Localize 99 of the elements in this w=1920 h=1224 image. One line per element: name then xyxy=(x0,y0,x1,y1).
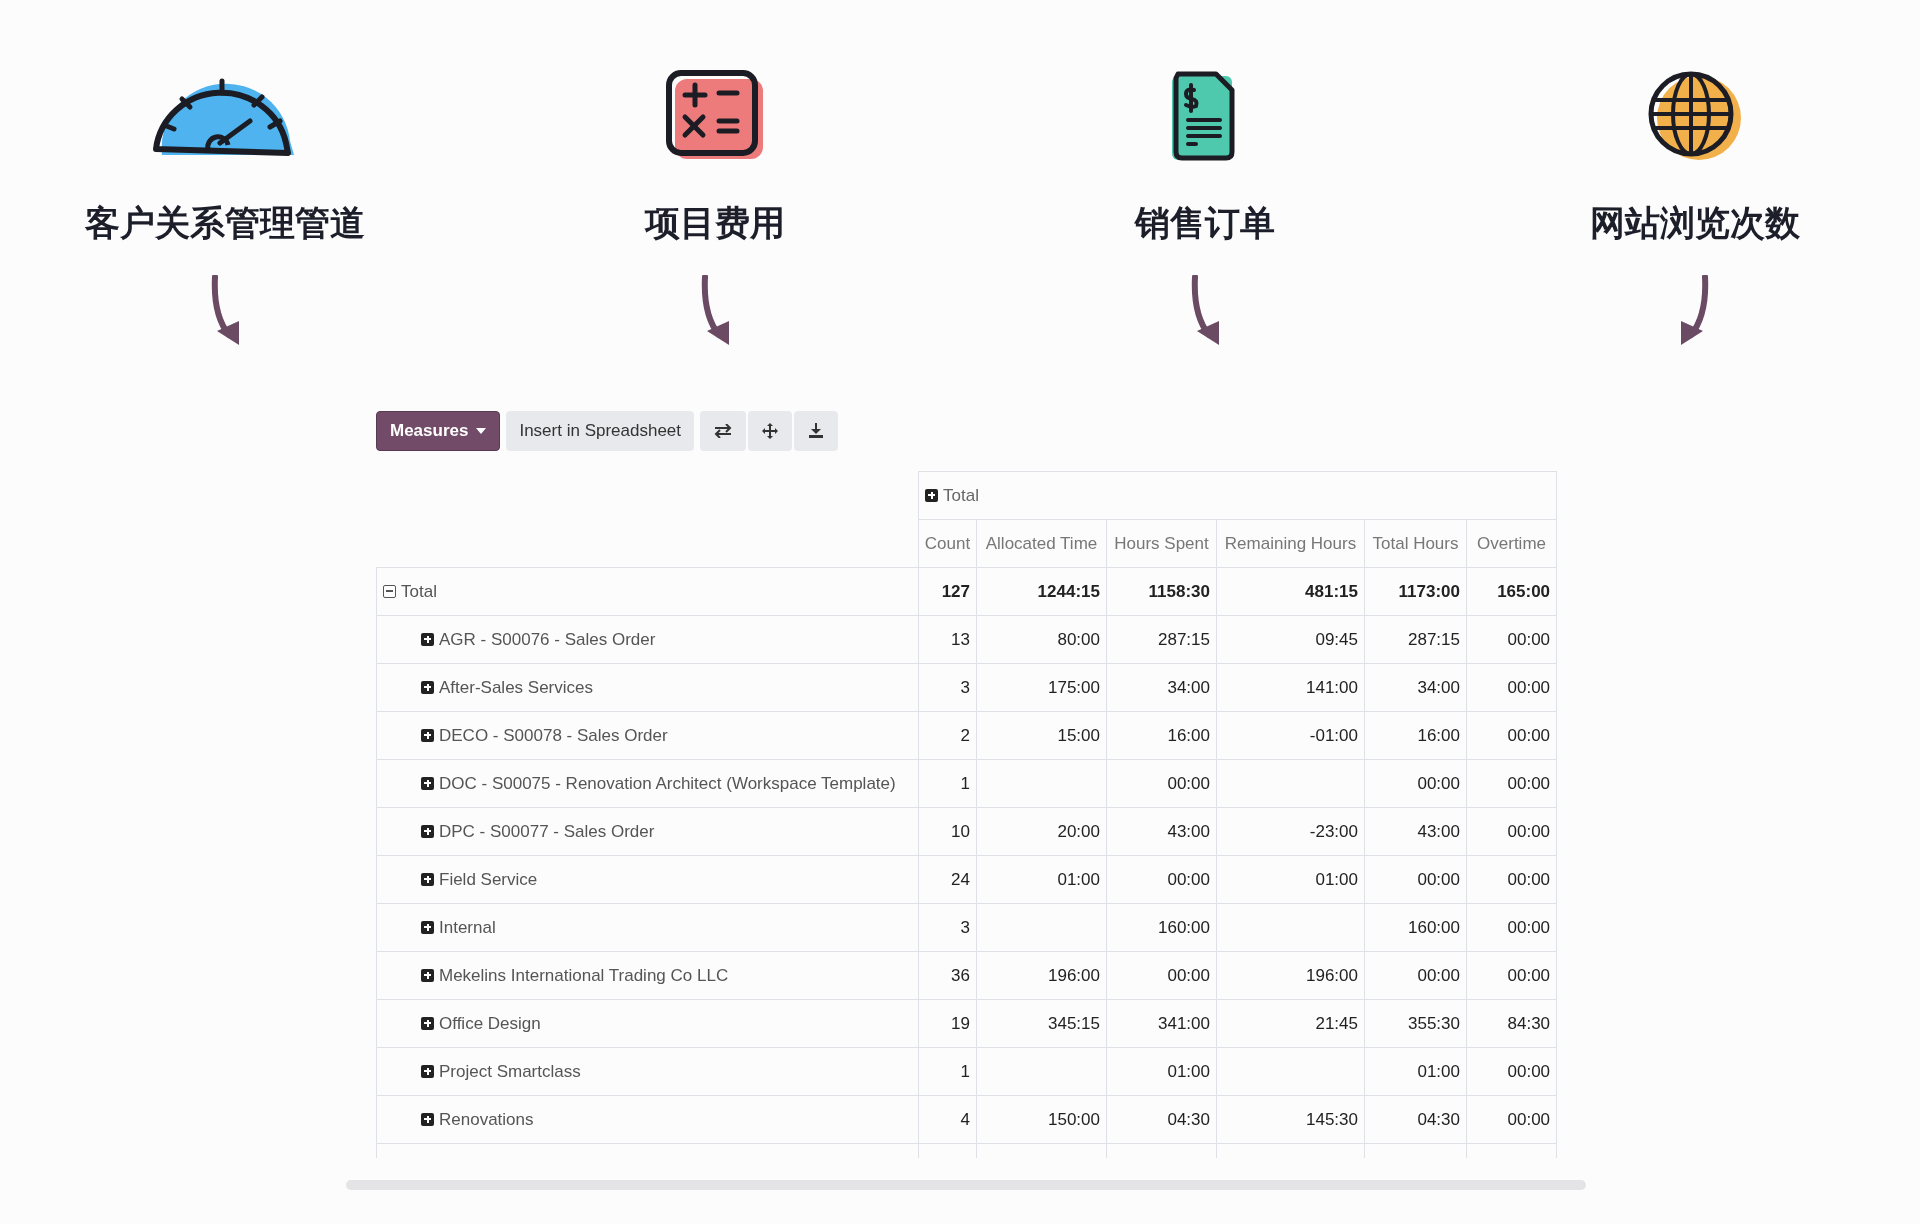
table-cell: 145:30 xyxy=(1216,1095,1365,1144)
table-cell: 00:00 xyxy=(1364,951,1467,1000)
table-cell: 00:00 xyxy=(1106,951,1217,1000)
flip-axis-button[interactable] xyxy=(700,411,747,451)
row-header[interactable]: AGR - S00076 - Sales Order xyxy=(376,615,919,664)
table-cell: 21:45 xyxy=(1216,999,1365,1048)
table-cell: 09:45 xyxy=(1216,615,1365,664)
swap-arrows-icon xyxy=(714,424,733,438)
feature-title: 销售订单 xyxy=(1135,202,1275,245)
table-cell: 141:00 xyxy=(1216,663,1365,712)
table-cell: 20:00 xyxy=(976,807,1107,856)
table-cell: 2 xyxy=(918,711,977,760)
row-header[interactable]: Mekelins International Trading Co LLC xyxy=(376,951,919,1000)
table-cell: 00:00 xyxy=(1466,663,1557,712)
table-cell: 1158:30 xyxy=(1106,567,1217,616)
table-cell: 01:00 xyxy=(1364,1047,1467,1096)
table-cell: 00:00 xyxy=(1466,615,1557,664)
row-header[interactable]: Field Service xyxy=(376,855,919,904)
column-header[interactable]: Total xyxy=(918,471,1557,520)
table-cell: 34:00 xyxy=(1106,663,1217,712)
table-cell: 127 xyxy=(918,567,977,616)
table-cell: 1 xyxy=(918,1047,977,1096)
table-cell: 287:15 xyxy=(1106,615,1217,664)
table-cell: 43:00 xyxy=(1106,807,1217,856)
row-header[interactable]: DOC - S00075 - Renovation Architect (Workspace Template) xyxy=(376,759,919,808)
table-cell: 13 xyxy=(918,615,977,664)
table-cell: 00:00 xyxy=(1364,759,1467,808)
table-cell: 3 xyxy=(918,903,977,952)
caret-icon xyxy=(476,428,487,434)
table-cell: -01:00 xyxy=(1216,711,1365,760)
table-cell: 00:00 xyxy=(1466,855,1557,904)
measure-header[interactable]: Count xyxy=(918,519,977,568)
insert-spreadsheet-button[interactable]: Insert in Spreadsheet xyxy=(506,411,695,451)
measures-button[interactable]: Measures xyxy=(376,411,501,451)
move-arrows-icon xyxy=(762,423,779,439)
table-cell: 1173:00 xyxy=(1364,567,1467,616)
table-cell: 00:00 xyxy=(1466,951,1557,1000)
table-cell: 160:00 xyxy=(1106,903,1217,952)
table-cell: 43:00 xyxy=(1364,807,1467,856)
table-cell: 287:15 xyxy=(1364,615,1467,664)
table-cell: 00:00 xyxy=(1106,855,1217,904)
row-header[interactable]: Project Smartclass xyxy=(376,1047,919,1096)
table-cell: 00:00 xyxy=(1106,759,1217,808)
row-header[interactable]: Renovations xyxy=(376,1095,919,1144)
expand-all-button[interactable] xyxy=(748,411,793,451)
table-cell: 341:00 xyxy=(1106,999,1217,1048)
feature-title: 项目费用 xyxy=(645,202,785,245)
table-cell: 15:00 xyxy=(976,711,1107,760)
table-cell: 00:00 xyxy=(1466,1047,1557,1096)
measure-header[interactable]: Remaining Hours xyxy=(1216,519,1365,568)
feature-title: 客户关系管理管道 xyxy=(85,202,365,245)
table-cell: 481:15 xyxy=(1216,567,1365,616)
measure-header[interactable]: Overtime xyxy=(1466,519,1557,568)
table-cell: 00:00 xyxy=(1364,855,1467,904)
table-cell: 1 xyxy=(918,759,977,808)
row-header[interactable]: Internal xyxy=(376,903,919,952)
table-cell: 01:00 xyxy=(1106,1047,1217,1096)
download-button[interactable] xyxy=(794,411,839,451)
calculator-icon xyxy=(665,70,765,162)
row-header[interactable]: Total xyxy=(376,567,919,616)
table-cell: 04:30 xyxy=(1364,1095,1467,1144)
table-cell: 80:00 xyxy=(976,615,1107,664)
table-cell: 01:00 xyxy=(976,855,1107,904)
row-header[interactable]: DPC - S00077 - Sales Order xyxy=(376,807,919,856)
table-cell: 00:00 xyxy=(1466,903,1557,952)
table-cell: 1244:15 xyxy=(976,567,1107,616)
measure-header[interactable]: Hours Spent xyxy=(1106,519,1217,568)
table-cell: 34:00 xyxy=(1364,663,1467,712)
measure-header[interactable]: Allocated Time xyxy=(976,519,1107,568)
table-cell: 160:00 xyxy=(1364,903,1467,952)
table-cell: 00:00 xyxy=(1466,807,1557,856)
download-icon xyxy=(808,423,825,439)
table-cell: 175:00 xyxy=(976,663,1107,712)
table-cell: 150:00 xyxy=(976,1095,1107,1144)
table-cell: 00:00 xyxy=(1466,1095,1557,1144)
table-cell: 84:30 xyxy=(1466,999,1557,1048)
table-cell: 10 xyxy=(918,807,977,856)
table-cell: -23:00 xyxy=(1216,807,1365,856)
table-cell: 355:30 xyxy=(1364,999,1467,1048)
table-cell: 00:00 xyxy=(1466,711,1557,760)
measure-header[interactable]: Total Hours xyxy=(1364,519,1467,568)
row-header[interactable]: DECO - S00078 - Sales Order xyxy=(376,711,919,760)
table-cell: 196:00 xyxy=(1216,951,1365,1000)
table-cell: 04:30 xyxy=(1106,1095,1217,1144)
table-cell: 01:00 xyxy=(1216,855,1365,904)
table-cell: 4 xyxy=(918,1095,977,1144)
row-header[interactable]: Office Design xyxy=(376,999,919,1048)
table-cell: 165:00 xyxy=(1466,567,1557,616)
table-cell: 19 xyxy=(918,999,977,1048)
table-cell: 345:15 xyxy=(976,999,1107,1048)
row-header[interactable]: After-Sales Services xyxy=(376,663,919,712)
table-cell: 3 xyxy=(918,663,977,712)
table-cell: 36 xyxy=(918,951,977,1000)
table-cell: 16:00 xyxy=(1364,711,1467,760)
table-cell: 16:00 xyxy=(1106,711,1217,760)
feature-title: 网站浏览次数 xyxy=(1590,202,1800,245)
table-cell: 00:00 xyxy=(1466,759,1557,808)
table-cell: 196:00 xyxy=(976,951,1107,1000)
table-cell: 24 xyxy=(918,855,977,904)
